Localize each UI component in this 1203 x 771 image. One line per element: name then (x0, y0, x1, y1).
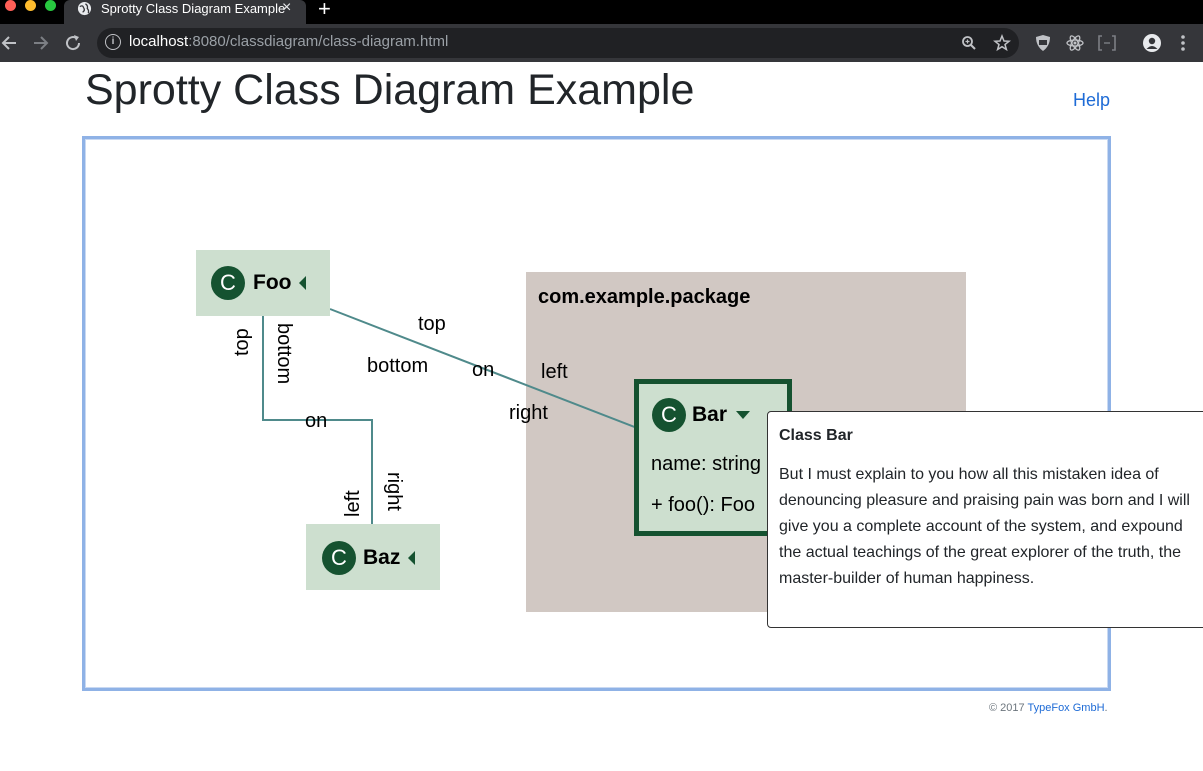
edges-layer (262, 308, 638, 524)
edge-label-right: right (383, 472, 405, 511)
edge-label-left: left (541, 361, 568, 383)
edge-label-on: on (472, 359, 495, 381)
class-member[interactable]: + foo(): Foo (651, 494, 755, 517)
collapse-triangle-icon[interactable] (736, 411, 750, 419)
class-member[interactable]: name: string (651, 453, 761, 476)
tooltip-title: Class Bar (779, 427, 853, 444)
edge-label-top: top (231, 328, 253, 356)
edge-label-top: top (418, 313, 446, 335)
edge-label-on: on (305, 410, 328, 432)
class-node-baz[interactable]: C Baz (306, 524, 440, 590)
typefox-link[interactable]: TypeFox GmbH (1028, 702, 1105, 714)
class-badge: C (652, 398, 686, 432)
class-name-bar: Bar (692, 403, 728, 426)
edge-label-bottom: bottom (367, 355, 429, 377)
class-node-foo[interactable]: C Foo (196, 250, 330, 316)
class-name-foo: Foo (253, 271, 292, 294)
footer: © 2017 TypeFox GmbH. (989, 702, 1108, 714)
edge-label-left: left (342, 490, 364, 517)
edge-label-bottom: bottom (273, 323, 295, 385)
expand-triangle-icon[interactable] (408, 551, 415, 565)
class-badge: C (322, 541, 356, 575)
expand-triangle-icon[interactable] (299, 276, 306, 290)
class-name-baz: Baz (363, 546, 401, 569)
class-tooltip: Class Bar But I must explain to you how … (767, 411, 1203, 628)
tooltip-body: But I must explain to you how all this m… (779, 466, 1190, 587)
edge-label-right: right (509, 402, 548, 424)
class-badge: C (211, 266, 245, 300)
